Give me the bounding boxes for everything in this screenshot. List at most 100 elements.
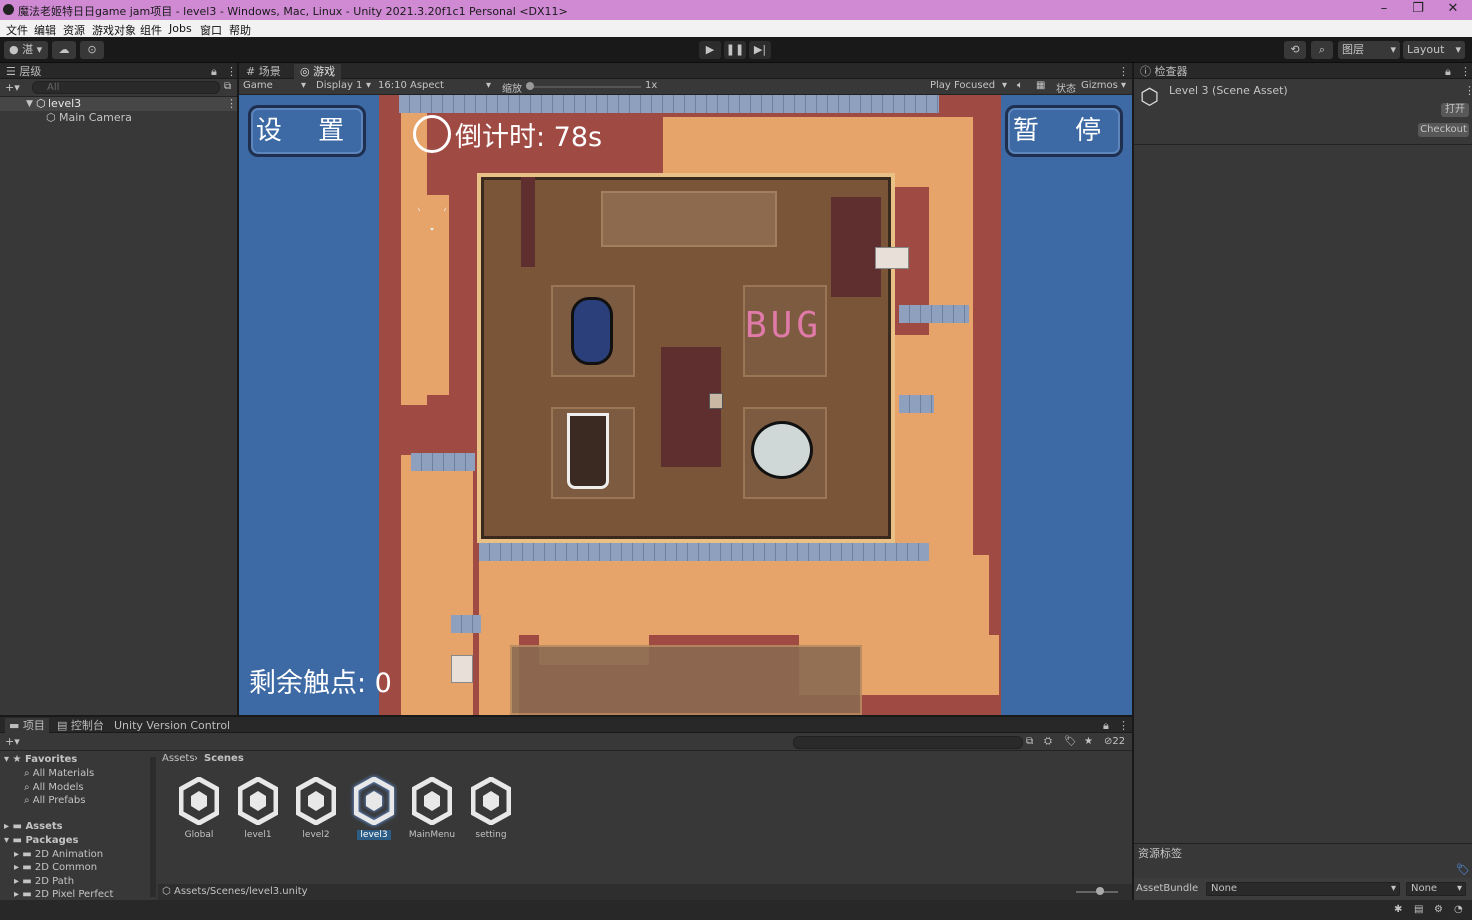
scene-asset-item[interactable]: Global: [174, 776, 224, 840]
favorite-item[interactable]: ⌕ All Models: [24, 782, 84, 793]
tab-hierarchy[interactable]: ☰ 层级: [6, 64, 41, 79]
minimize-icon[interactable]: –: [1370, 1, 1398, 19]
settings-button[interactable]: 设 置: [248, 105, 366, 157]
expand-arrow-icon[interactable]: ▼: [26, 97, 33, 111]
package-item[interactable]: ▸ ▬ 2D Common: [14, 862, 97, 873]
scale-slider-handle[interactable]: [526, 82, 534, 90]
account-dropdown[interactable]: ● 湛 ▾: [4, 41, 48, 59]
play-button[interactable]: ▶: [699, 41, 721, 59]
layers-dropdown[interactable]: 图层 ▾: [1338, 41, 1400, 59]
debug-icon[interactable]: ⚙: [1434, 904, 1443, 915]
asset-more-icon[interactable]: ⋮: [1464, 84, 1472, 97]
favorite-item[interactable]: ⌕ All Prefabs: [24, 795, 85, 806]
audio-icon[interactable]: 🔈︎: [1017, 80, 1023, 91]
unity-scene-icon: [470, 776, 512, 826]
tab-inspector[interactable]: ⓘ 检查器: [1140, 64, 1188, 79]
play-focused-dropdown[interactable]: Play Focused ▾: [930, 80, 1007, 91]
variant-dropdown[interactable]: None ▾: [1406, 882, 1466, 896]
history-icon[interactable]: ⟲: [1284, 41, 1306, 59]
game-mode-dropdown[interactable]: Game ▾: [243, 80, 306, 91]
menu-window[interactable]: 窗口: [200, 22, 222, 38]
scale-slider[interactable]: [529, 86, 641, 88]
filter-icon[interactable]: ⧉: [224, 81, 231, 92]
tab-game[interactable]: ◎ 游戏: [294, 64, 342, 79]
game-toolbar: Game ▾ Display 1 ▾ 16:10 Aspect ▾ 缩放 1x Pla…: [239, 79, 1132, 95]
assets-folder[interactable]: ▸ ▬ Assets: [4, 821, 63, 832]
cup-icon: [567, 413, 609, 489]
scene-asset-item[interactable]: level2: [291, 776, 341, 840]
bottom-tray[interactable]: [510, 645, 862, 715]
package-item[interactable]: ▸ ▬ 2D Path: [14, 876, 74, 887]
menu-jobs[interactable]: Jobs: [169, 22, 192, 35]
open-button[interactable]: 打开: [1441, 103, 1469, 117]
collab-icon[interactable]: ⊙: [80, 41, 104, 59]
scene-asset-label: level2: [302, 830, 330, 840]
inspector-lock-icon[interactable]: 🔒︎: [1445, 64, 1451, 79]
restore-icon[interactable]: ❐: [1404, 1, 1432, 19]
project-add-icon[interactable]: +▾: [5, 735, 20, 748]
scene-asset-label: MainMenu: [408, 830, 456, 840]
pause-editor-button[interactable]: ❚❚: [724, 41, 746, 59]
scene-name: level3: [48, 97, 82, 110]
scene-more-icon[interactable]: ⋮: [226, 97, 237, 111]
tree-scrollbar[interactable]: [150, 757, 156, 897]
aspect-dropdown[interactable]: 16:10 Aspect ▾: [378, 80, 491, 91]
hierarchy-scene-row[interactable]: ▼ ⬡ level3 ⋮: [0, 97, 237, 111]
layout-dropdown[interactable]: Layout ▾: [1403, 41, 1465, 59]
scene-asset-label: Global: [184, 830, 214, 840]
favorites-title[interactable]: ▾ ★ Favorites: [4, 754, 77, 765]
slot-top[interactable]: [601, 191, 777, 247]
inspector-more-icon[interactable]: ⋮: [1460, 64, 1471, 79]
packages-folder[interactable]: ▾ ▬ Packages: [4, 835, 78, 846]
grid-icon[interactable]: ▦: [1036, 80, 1045, 91]
layout-label: Layout: [1407, 43, 1445, 56]
unity-scene-icon: [353, 776, 395, 826]
pause-button[interactable]: 暂 停: [1005, 105, 1123, 157]
icon-size-slider-handle[interactable]: [1096, 887, 1104, 895]
scene-asset-item[interactable]: setting: [466, 776, 516, 840]
more-icon[interactable]: ⋮: [226, 64, 237, 79]
add-icon[interactable]: +▾: [5, 81, 20, 94]
cloud-icon[interactable]: ☁: [52, 41, 76, 59]
menu-gameobject[interactable]: 游戏对象: [92, 22, 136, 38]
package-item[interactable]: ▸ ▬ 2D Pixel Perfect: [14, 889, 113, 900]
lock-icon[interactable]: 🔒︎: [211, 64, 217, 79]
step-button[interactable]: ▶|: [749, 41, 771, 59]
hierarchy-item[interactable]: ⬡ Main Camera: [0, 111, 237, 125]
label-tag-icon[interactable]: 🏷︎: [1456, 863, 1470, 876]
puzzle-box[interactable]: BUG: [477, 173, 895, 543]
scene-asset-item[interactable]: MainMenu: [407, 776, 457, 840]
tab-scene[interactable]: # 场景: [246, 64, 281, 79]
close-icon[interactable]: ✕: [1439, 1, 1467, 19]
asset-grid: Global level1 level2 level3 MainMenu setting: [160, 717, 1120, 877]
brick-wall: [399, 95, 939, 113]
path-bar: ⬡ Assets/Scenes/level3.unity: [158, 884, 1132, 900]
package-item[interactable]: ▸ ▬ 2D Animation: [14, 849, 103, 860]
scene-asset-label: level3: [357, 830, 391, 840]
progress-icon[interactable]: ◔: [1454, 904, 1463, 915]
menu-file[interactable]: 文件: [6, 22, 28, 38]
search-icon[interactable]: ⌕: [1311, 41, 1333, 59]
bug-report-icon[interactable]: ✱: [1394, 904, 1402, 915]
assetbundle-dropdown[interactable]: None ▾: [1206, 882, 1400, 896]
menu-assets[interactable]: 资源: [63, 22, 85, 38]
gizmos-dropdown[interactable]: Gizmos ▾: [1081, 80, 1126, 91]
inner-wall: [831, 197, 881, 297]
menu-edit[interactable]: 编辑: [34, 22, 56, 38]
cache-icon[interactable]: ▤: [1414, 904, 1423, 915]
assetbundle-label: AssetBundle: [1136, 883, 1199, 894]
checkout-button[interactable]: Checkout: [1418, 123, 1469, 137]
game-more-icon[interactable]: ⋮: [1118, 64, 1129, 79]
stats-toggle[interactable]: 状态: [1056, 80, 1076, 95]
hierarchy-search-input[interactable]: All: [32, 81, 220, 94]
game-viewport[interactable]: BUG 设 置 暂 停 倒计时: 78s 剩余触点: 0: [239, 95, 1132, 715]
scene-asset-item[interactable]: level3: [349, 776, 399, 840]
tab-project[interactable]: ▬ 项目: [5, 718, 49, 733]
tab-console[interactable]: ▤ 控制台: [57, 718, 104, 733]
scene-asset-item[interactable]: level1: [233, 776, 283, 840]
menu-help[interactable]: 帮助: [229, 22, 251, 38]
display-dropdown[interactable]: Display 1 ▾: [316, 80, 371, 91]
favorite-item[interactable]: ⌕ All Materials: [24, 768, 94, 779]
bottle-icon: [571, 297, 613, 365]
menu-component[interactable]: 组件: [140, 22, 162, 38]
